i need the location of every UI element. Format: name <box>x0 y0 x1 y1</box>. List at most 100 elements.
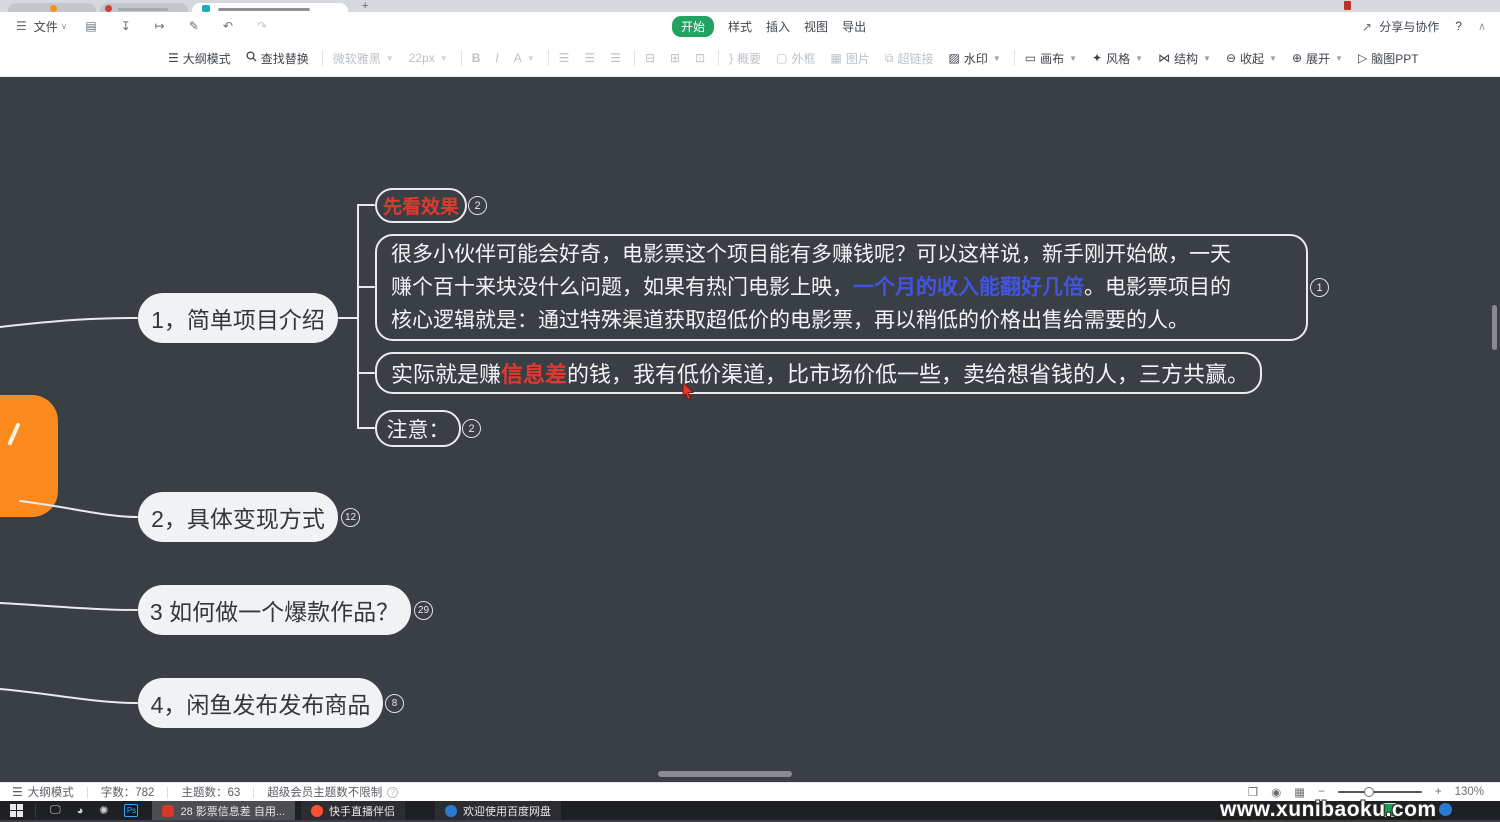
align-right-icon: ☰ <box>610 51 621 65</box>
child-node-effect[interactable]: 先看效果 <box>375 188 467 223</box>
image-button[interactable]: ▦ 图片 <box>831 50 870 67</box>
share-button[interactable]: ↗ 分享与协作 <box>1358 18 1439 35</box>
align-left-button[interactable]: ☰ <box>559 51 570 65</box>
browser-tab-2[interactable] <box>100 3 188 12</box>
note-count-badge[interactable]: 2 <box>462 419 481 438</box>
chevron-down-icon: ▼ <box>440 54 448 63</box>
zoom-in-button[interactable]: + <box>1435 786 1442 798</box>
download-icon[interactable]: ↧ <box>121 19 131 33</box>
vertical-scrollbar[interactable] <box>1492 305 1497 350</box>
font-size-select[interactable]: 22px ▼ <box>409 51 448 65</box>
browser-tab-1[interactable] <box>8 3 96 12</box>
hyperlink-label: 超链接 <box>897 50 933 67</box>
chevron-down-icon: ▼ <box>1203 54 1211 63</box>
mindmap-canvas[interactable]: 1，简单项目介绍 2，具体变现方式 12 3 如何做一个爆款作品？ 29 4，闲… <box>0 77 1500 782</box>
paragraph-count-badge[interactable]: 1 <box>1310 278 1329 297</box>
divider <box>461 50 462 66</box>
active-tab-title-blur <box>218 8 310 11</box>
undo-icon[interactable]: ↶ <box>223 19 233 33</box>
fit-screen-icon[interactable]: ❐ <box>1248 785 1258 799</box>
format-painter-icon[interactable]: ✎ <box>189 19 199 33</box>
insert-parent-button[interactable]: ⊡ <box>695 51 705 65</box>
tab-view[interactable]: 视图 <box>804 18 828 35</box>
tab-start[interactable]: 开始 <box>672 16 714 37</box>
paragraph-line2a: 赚个百十来块没什么问题，如果有热门电影上映， <box>391 276 853 299</box>
collapse-button[interactable]: ⊖ 收起 ▼ <box>1226 50 1277 67</box>
align-center-button[interactable]: ☰ <box>584 51 595 65</box>
hyperlink-button[interactable]: ⧉ 超链接 <box>885 50 934 67</box>
branch-node-1[interactable]: 1，简单项目介绍 <box>138 293 338 343</box>
zoom-percent: 130% <box>1455 786 1484 798</box>
insert-sibling-icon: ⊟ <box>645 51 655 65</box>
branch4-count-badge[interactable]: 8 <box>385 694 404 713</box>
horizontal-scrollbar[interactable] <box>658 771 792 777</box>
align-right-button[interactable]: ☰ <box>610 51 621 65</box>
task-button-mindmap[interactable]: 28 影票信息差 自用... <box>152 801 295 820</box>
summary-button[interactable]: } 概要 <box>729 50 761 67</box>
browser-tab-active[interactable] <box>192 3 348 12</box>
branch3-count-badge[interactable]: 29 <box>414 601 433 620</box>
branch-node-4[interactable]: 4，闲鱼发布发布商品 <box>138 678 383 728</box>
file-menu-label: 文件 <box>34 18 58 35</box>
task-button-baidupan[interactable]: 欢迎使用百度网盘 <box>435 801 561 820</box>
child-node-paragraph[interactable]: 很多小伙伴可能会好奇，电影票这个项目能有多赚钱呢？可以这样说，新手刚开始做，一天… <box>375 234 1308 341</box>
expand-button[interactable]: ⊕ 展开 ▼ <box>1292 50 1343 67</box>
divider <box>35 804 36 817</box>
minimap-icon[interactable]: ▦ <box>1294 785 1305 799</box>
frame-button[interactable]: ▢ 外框 <box>776 50 815 67</box>
outline-mode-toggle[interactable]: ☰ 大纲模式 <box>12 784 74 800</box>
zoom-slider[interactable] <box>1338 791 1422 793</box>
branch2-count-badge[interactable]: 12 <box>341 508 360 527</box>
center-target-icon[interactable]: ◉ <box>1271 785 1281 799</box>
structure-button[interactable]: ⋈ 结构 ▼ <box>1158 50 1211 67</box>
tab-style[interactable]: 样式 <box>728 18 752 35</box>
word-count: 字数：782 <box>101 784 155 800</box>
italic-icon: I <box>495 51 498 65</box>
statusbar-outline-label: 大纲模式 <box>28 784 74 800</box>
new-tab-button[interactable]: + <box>362 0 368 12</box>
tshirt-icon: ✦ <box>1092 51 1102 65</box>
link-icon: ⧉ <box>885 51 894 66</box>
outline-mode-button[interactable]: ☰ 大纲模式 <box>168 50 231 67</box>
italic-button[interactable]: I <box>495 51 498 65</box>
export-file-icon[interactable]: ↦ <box>155 19 165 33</box>
bold-button[interactable]: B <box>472 51 481 65</box>
photoshop-icon[interactable]: Ps <box>124 804 138 817</box>
font-color-button[interactable]: A ▼ <box>514 51 535 65</box>
windows-start-button[interactable] <box>10 804 23 817</box>
zoom-slider-knob[interactable] <box>1364 787 1374 797</box>
image-icon: ▦ <box>831 51 842 65</box>
effect-count-badge[interactable]: 2 <box>468 196 487 215</box>
shield-app-icon[interactable]: ◕ <box>77 805 84 817</box>
kuaishou-icon <box>311 805 323 817</box>
monitor-icon[interactable]: 🖵 <box>50 804 61 817</box>
help-button[interactable]: ? <box>1455 19 1462 33</box>
canvas-button[interactable]: ▭ 画布 ▼ <box>1025 50 1077 67</box>
connector-lines <box>0 77 1500 782</box>
branch-node-2[interactable]: 2，具体变现方式 <box>138 492 338 542</box>
task-button-kuaishou[interactable]: 快手直播伴侣 <box>301 801 405 820</box>
branch4-label: 4，闲鱼发布发布商品 <box>151 686 371 720</box>
collapse-label: 收起 <box>1240 50 1264 67</box>
tab-export[interactable]: 导出 <box>842 18 866 35</box>
branch-node-3[interactable]: 3 如何做一个爆款作品？ <box>138 585 411 635</box>
file-menu[interactable]: ☰ 文件 ∨ <box>12 18 67 35</box>
child-node-note[interactable]: 注意： <box>375 410 461 447</box>
insert-sibling-button[interactable]: ⊟ <box>645 51 655 65</box>
redo-icon[interactable]: ↷ <box>257 19 267 33</box>
tab1-favicon <box>50 5 57 12</box>
gear-icon[interactable]: ✺ <box>99 804 108 817</box>
child-node-info-gap[interactable]: 实际就是赚信息差的钱，我有低价渠道，比市场价低一些，卖给想省钱的人，三方共赢。 <box>375 352 1262 394</box>
mindmap-ppt-button[interactable]: ▷ 脑图PPT <box>1358 50 1419 67</box>
save-icon[interactable]: ▤ <box>85 19 96 33</box>
watermark-button[interactable]: ▨ 水印 ▼ <box>948 50 1000 67</box>
info-circle-icon[interactable]: ? <box>387 787 398 798</box>
tab-insert[interactable]: 插入 <box>766 18 790 35</box>
chevron-down-icon: ▼ <box>1335 54 1343 63</box>
find-replace-button[interactable]: 查找替换 <box>246 50 309 67</box>
style-button[interactable]: ✦ 风格 ▼ <box>1092 50 1143 67</box>
font-family-select[interactable]: 微软雅黑 ▼ <box>333 50 394 67</box>
zoom-out-button[interactable]: − <box>1318 786 1325 798</box>
collapse-ribbon-icon[interactable]: ∧ <box>1478 20 1486 33</box>
insert-child-button[interactable]: ⊞ <box>670 51 680 65</box>
